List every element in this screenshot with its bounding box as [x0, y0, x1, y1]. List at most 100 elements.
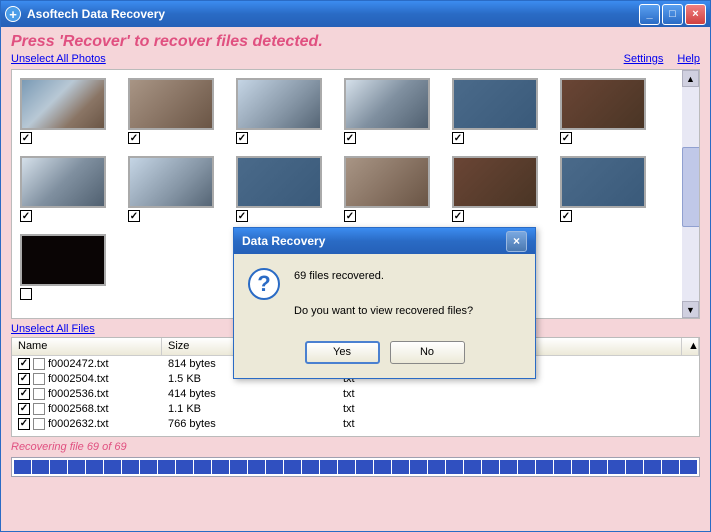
photo-checkbox[interactable] — [20, 288, 32, 300]
photo-item[interactable]: ✓ — [452, 156, 540, 222]
photo-thumbnail[interactable] — [20, 234, 106, 286]
photo-thumbnail[interactable] — [344, 156, 430, 208]
photo-item[interactable]: ✓ — [560, 78, 648, 144]
progress-segment — [626, 460, 643, 474]
table-row[interactable]: ✓f0002632.txt766 bytestxt — [12, 416, 699, 431]
progress-segment — [374, 460, 391, 474]
photo-item[interactable]: ✓ — [128, 78, 216, 144]
file-ext: txt — [337, 388, 699, 400]
help-link[interactable]: Help — [677, 53, 700, 65]
progress-segment — [14, 460, 31, 474]
photo-thumbnail[interactable] — [344, 78, 430, 130]
photo-item[interactable] — [20, 234, 108, 300]
progress-segment — [500, 460, 517, 474]
yes-button[interactable]: Yes — [305, 341, 380, 364]
photo-checkbox[interactable]: ✓ — [344, 210, 356, 222]
photo-thumbnail[interactable] — [20, 156, 106, 208]
no-button[interactable]: No — [390, 341, 465, 364]
progress-segment — [302, 460, 319, 474]
file-checkbox[interactable]: ✓ — [18, 388, 30, 400]
settings-link[interactable]: Settings — [624, 53, 664, 65]
photo-scrollbar[interactable]: ▲ ▼ — [682, 70, 699, 318]
file-name: f0002632.txt — [48, 418, 109, 430]
progress-bar — [11, 457, 700, 477]
photo-checkbox[interactable]: ✓ — [236, 132, 248, 144]
dialog-close-button[interactable]: × — [506, 231, 527, 252]
minimize-button[interactable]: _ — [639, 4, 660, 25]
file-checkbox[interactable]: ✓ — [18, 418, 30, 430]
table-row[interactable]: ✓ f0002536.txt 414 bytestxt — [12, 386, 699, 401]
progress-segment — [212, 460, 229, 474]
file-icon — [33, 388, 45, 400]
photo-checkbox[interactable]: ✓ — [128, 132, 140, 144]
photo-checkbox[interactable]: ✓ — [128, 210, 140, 222]
file-ext: txt — [337, 403, 699, 415]
progress-segment — [266, 460, 283, 474]
progress-segment — [140, 460, 157, 474]
file-checkbox[interactable]: ✓ — [18, 373, 30, 385]
photo-checkbox[interactable]: ✓ — [344, 132, 356, 144]
photo-item[interactable]: ✓ — [20, 78, 108, 144]
content: Press 'Recover' to recover files detecte… — [1, 27, 710, 531]
photo-thumbnail[interactable] — [128, 78, 214, 130]
photo-item[interactable]: ✓ — [344, 78, 432, 144]
progress-segment — [518, 460, 535, 474]
table-row[interactable]: ✓f0002568.txt1.1 KBtxt — [12, 401, 699, 416]
file-size: 414 bytes — [162, 388, 337, 400]
progress-segment — [338, 460, 355, 474]
photo-checkbox[interactable]: ✓ — [20, 132, 32, 144]
file-name: f0002536.txt — [48, 388, 109, 400]
progress-segment — [446, 460, 463, 474]
app-icon: + — [5, 6, 21, 22]
photo-thumbnail[interactable] — [236, 78, 322, 130]
scroll-up-icon[interactable]: ▲ — [682, 70, 699, 87]
instruction-text: Press 'Recover' to recover files detecte… — [11, 33, 700, 51]
progress-segment — [50, 460, 67, 474]
photo-checkbox[interactable]: ✓ — [452, 132, 464, 144]
photo-thumbnail[interactable] — [452, 156, 538, 208]
progress-segment — [158, 460, 175, 474]
close-button[interactable]: × — [685, 4, 706, 25]
photo-thumbnail[interactable] — [560, 78, 646, 130]
file-icon — [33, 418, 45, 430]
file-ext: txt — [337, 418, 699, 430]
photo-item[interactable]: ✓ — [128, 156, 216, 222]
file-checkbox[interactable]: ✓ — [18, 358, 30, 370]
photo-thumbnail[interactable] — [236, 156, 322, 208]
photo-item[interactable]: ✓ — [344, 156, 432, 222]
scroll-down-icon[interactable]: ▼ — [682, 301, 699, 318]
photo-item[interactable]: ✓ — [236, 78, 324, 144]
file-name: f0002504.txt — [48, 373, 109, 385]
photo-item[interactable]: ✓ — [560, 156, 648, 222]
photo-thumbnail[interactable] — [128, 156, 214, 208]
photo-thumbnail[interactable] — [452, 78, 538, 130]
photo-thumbnail[interactable] — [560, 156, 646, 208]
photo-item[interactable]: ✓ — [452, 78, 540, 144]
file-size: 1.1 KB — [162, 403, 337, 415]
progress-segment — [320, 460, 337, 474]
scroll-thumb[interactable] — [682, 147, 700, 227]
progress-segment — [590, 460, 607, 474]
progress-segment — [356, 460, 373, 474]
unselect-all-photos-link[interactable]: Unselect All Photos — [11, 53, 106, 65]
col-header-name[interactable]: Name — [12, 338, 162, 355]
photo-checkbox[interactable]: ✓ — [236, 210, 248, 222]
recovery-dialog: Data Recovery × ? 69 files recovered. Do… — [233, 227, 536, 379]
photo-checkbox[interactable]: ✓ — [560, 210, 572, 222]
file-checkbox[interactable]: ✓ — [18, 403, 30, 415]
maximize-button[interactable]: □ — [662, 4, 683, 25]
photo-checkbox[interactable]: ✓ — [20, 210, 32, 222]
photo-item[interactable]: ✓ — [236, 156, 324, 222]
dialog-line1: 69 files recovered. — [294, 268, 473, 286]
photo-checkbox[interactable]: ✓ — [452, 210, 464, 222]
progress-segment — [572, 460, 589, 474]
progress-segment — [410, 460, 427, 474]
photo-checkbox[interactable]: ✓ — [560, 132, 572, 144]
progress-segment — [284, 460, 301, 474]
progress-segment — [86, 460, 103, 474]
photo-thumbnail[interactable] — [20, 78, 106, 130]
progress-segment — [536, 460, 553, 474]
dialog-title: Data Recovery — [242, 234, 506, 248]
progress-segment — [32, 460, 49, 474]
photo-item[interactable]: ✓ — [20, 156, 108, 222]
